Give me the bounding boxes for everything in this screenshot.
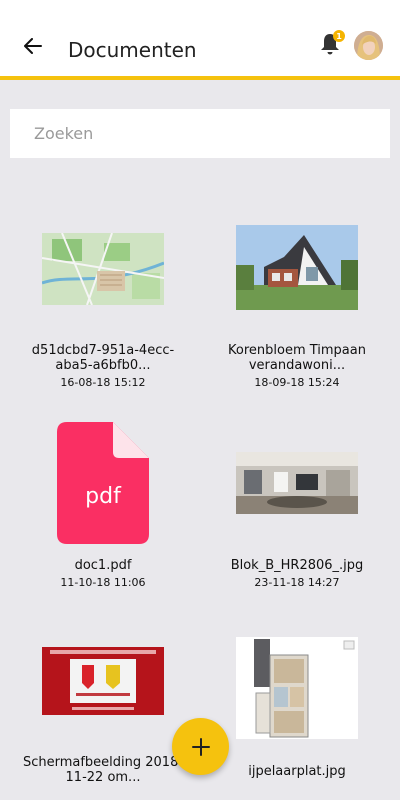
map-image	[8, 233, 198, 305]
document-name: Blok_B_HR2806_.jpg	[230, 558, 364, 573]
panorama-image	[202, 452, 392, 514]
document-date: 11-10-18 11:06	[60, 576, 146, 589]
document-item[interactable]: Blok_B_HR2806_.jpg 23-11-18 14:27	[202, 420, 392, 595]
document-name: doc1.pdf	[74, 558, 132, 573]
avatar[interactable]	[354, 31, 383, 60]
page-title: Documenten	[68, 38, 197, 62]
document-item[interactable]: pdf doc1.pdf 11-10-18 11:06	[8, 420, 198, 595]
document-name: Schermafbeelding 2018- 11-22 om...	[22, 755, 184, 785]
notification-badge: 1	[333, 30, 345, 42]
search-input[interactable]	[10, 109, 390, 158]
plus-icon	[191, 737, 210, 756]
floorplan-image	[202, 637, 392, 739]
app-bar: Documenten 1	[0, 0, 400, 80]
document-item[interactable]: Korenbloem Timpaan verandawoni... 18-09-…	[202, 225, 392, 395]
document-item[interactable]: Schermafbeelding 2018- 11-22 om...	[8, 637, 198, 787]
arrow-back-icon	[24, 38, 42, 54]
document-date: 16-08-18 15:12	[60, 376, 146, 389]
document-date: 23-11-18 14:27	[254, 576, 340, 589]
document-name: ijpelaarplat.jpg	[248, 764, 346, 779]
document-name: Korenbloem Timpaan verandawoni...	[228, 343, 366, 373]
pdf-label: pdf	[85, 484, 121, 509]
document-date: 18-09-18 15:24	[254, 376, 340, 389]
document-item[interactable]: d51dcbd7-951a-4ecc- aba5-a6bfb0... 16-08…	[8, 225, 198, 395]
user-photo-icon	[354, 31, 383, 60]
document-item[interactable]: ijpelaarplat.jpg	[202, 637, 392, 787]
house-image	[202, 225, 392, 310]
pdf-file-icon: pdf	[8, 422, 198, 544]
add-document-button[interactable]	[172, 718, 229, 775]
document-name: d51dcbd7-951a-4ecc- aba5-a6bfb0...	[31, 343, 175, 373]
back-button[interactable]	[20, 34, 46, 58]
screenshot-image	[8, 647, 198, 715]
